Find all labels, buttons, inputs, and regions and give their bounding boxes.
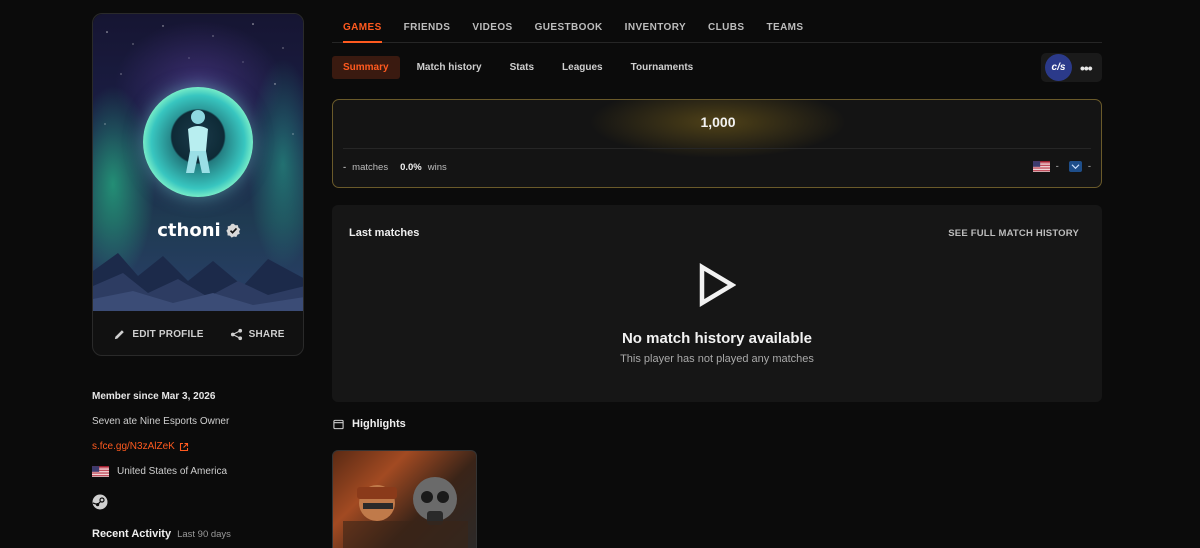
- elo-stats: - matches 0.0% wins: [343, 162, 447, 173]
- winrate-value: 0.0%: [400, 162, 422, 173]
- member-since: Member since Mar 3, 2026: [92, 391, 216, 402]
- tab-teams[interactable]: TEAMS: [755, 14, 814, 42]
- region-badge-icon: [1068, 161, 1082, 172]
- tab-inventory[interactable]: INVENTORY: [614, 14, 697, 42]
- verified-icon: [226, 223, 240, 238]
- elo-value: 1,000: [700, 114, 736, 130]
- mountains-decoration: [93, 253, 303, 311]
- subtab-stats[interactable]: Stats: [499, 56, 545, 79]
- username-row: cthoni: [93, 220, 303, 241]
- empty-state-subtitle: This player has not played any matches: [620, 353, 814, 365]
- share-label: SHARE: [248, 328, 285, 340]
- pencil-icon: [115, 329, 125, 339]
- tab-clubs[interactable]: CLUBS: [697, 14, 755, 42]
- external-link-icon: [179, 442, 188, 451]
- game-switcher: c/s •••: [1041, 53, 1102, 82]
- profile-card: cthoni EDIT PROFILE SHARE: [92, 13, 304, 356]
- see-full-match-history-link[interactable]: SEE FULL MATCH HISTORY: [948, 228, 1079, 239]
- top-tabs: GAMES FRIENDS VIDEOS GUESTBOOK INVENTORY…: [332, 14, 1102, 43]
- edit-profile-label: EDIT PROFILE: [132, 328, 204, 340]
- tab-friends[interactable]: FRIENDS: [393, 14, 462, 42]
- more-options-icon[interactable]: •••: [1080, 60, 1093, 76]
- tab-videos[interactable]: VIDEOS: [461, 14, 523, 42]
- username: cthoni: [157, 220, 221, 241]
- share-icon: [230, 328, 242, 340]
- sub-tabs: Summary Match history Stats Leagues Tour…: [332, 56, 710, 79]
- tab-guestbook[interactable]: GUESTBOOK: [524, 14, 614, 42]
- elo-divider: [343, 148, 1091, 149]
- subtab-leagues[interactable]: Leagues: [551, 56, 614, 79]
- ranking-info: - -: [1032, 161, 1091, 172]
- region-rank: -: [1087, 161, 1091, 172]
- avatar-figure-icon: [186, 110, 210, 173]
- highlights-header: Highlights: [333, 418, 406, 430]
- tab-games[interactable]: GAMES: [332, 14, 393, 43]
- us-flag-icon: [92, 466, 109, 477]
- edit-profile-button[interactable]: EDIT PROFILE: [113, 328, 203, 341]
- highlight-clip-thumbnail[interactable]: [332, 450, 477, 548]
- clapperboard-icon: [333, 419, 344, 429]
- winrate-label: wins: [427, 162, 447, 173]
- empty-state-title: No match history available: [621, 330, 813, 347]
- clip-artwork: [343, 477, 468, 548]
- share-button[interactable]: SHARE: [230, 328, 285, 341]
- cs2-logo-button[interactable]: c/s: [1045, 54, 1072, 81]
- subtab-match-history[interactable]: Match history: [406, 56, 493, 79]
- steam-icon: [92, 494, 108, 510]
- recent-activity: Recent Activity Last 90 days: [92, 528, 231, 540]
- elo-panel: 1,000 - matches 0.0% wins - -: [332, 99, 1102, 188]
- matches-count: -: [343, 162, 347, 173]
- steam-link[interactable]: [92, 494, 108, 513]
- profile-banner: [93, 14, 303, 311]
- recent-activity-period: Last 90 days: [177, 529, 231, 540]
- subtab-tournaments[interactable]: Tournaments: [620, 56, 705, 79]
- avatar[interactable]: [143, 87, 253, 197]
- country-rank: -: [1055, 161, 1059, 172]
- highlights-title: Highlights: [352, 418, 406, 430]
- play-icon: [699, 263, 736, 307]
- us-flag-icon: [1032, 161, 1050, 172]
- subtab-summary[interactable]: Summary: [332, 56, 400, 79]
- last-matches-panel: Last matches SEE FULL MATCH HISTORY No m…: [332, 205, 1102, 402]
- matches-label: matches: [352, 162, 389, 173]
- profile-link[interactable]: s.fce.gg/N3zAlZeK: [92, 441, 189, 452]
- card-actions: EDIT PROFILE SHARE: [93, 319, 303, 349]
- last-matches-title: Last matches: [349, 227, 420, 239]
- bio: Seven ate Nine Esports Owner: [92, 416, 230, 427]
- country-name: United States of America: [117, 466, 228, 477]
- recent-activity-title: Recent Activity: [92, 528, 172, 540]
- profile-link-text: s.fce.gg/N3zAlZeK: [92, 441, 175, 452]
- country: United States of America: [92, 466, 227, 477]
